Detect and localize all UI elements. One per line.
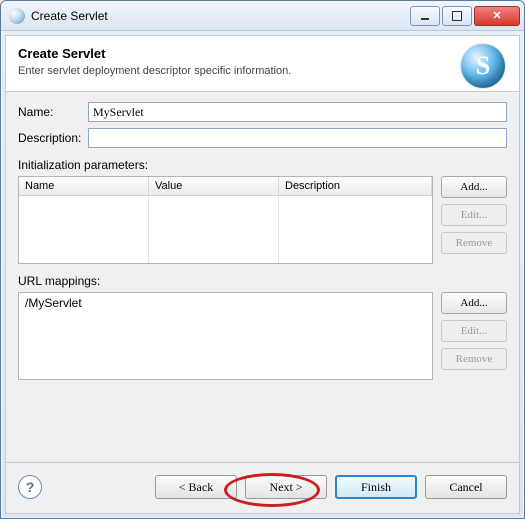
- description-row: Description:: [18, 128, 507, 148]
- init-edit-button: Edit...: [441, 204, 507, 226]
- url-mappings-area: /MyServlet Add... Edit... Remove: [18, 292, 507, 380]
- url-remove-button: Remove: [441, 348, 507, 370]
- banner: Create Servlet Enter servlet deployment …: [6, 36, 519, 92]
- cancel-button[interactable]: Cancel: [425, 475, 507, 499]
- dialog-window: Create Servlet Create Servlet Enter serv…: [0, 0, 525, 519]
- banner-heading: Create Servlet: [18, 46, 291, 61]
- app-icon: [9, 8, 25, 24]
- next-button[interactable]: Next >: [245, 475, 327, 499]
- minimize-button[interactable]: [410, 6, 440, 26]
- banner-text: Create Servlet Enter servlet deployment …: [18, 46, 291, 77]
- init-remove-button: Remove: [441, 232, 507, 254]
- url-mapping-item[interactable]: /MyServlet: [25, 296, 426, 310]
- servlet-icon-letter: S: [476, 53, 490, 79]
- name-row: Name:: [18, 102, 507, 122]
- url-edit-button: Edit...: [441, 320, 507, 342]
- content-area: Name: Description: Initialization parame…: [6, 92, 519, 462]
- banner-subtext: Enter servlet deployment descriptor spec…: [18, 65, 291, 77]
- maximize-button[interactable]: [442, 6, 472, 26]
- init-add-button[interactable]: Add...: [441, 176, 507, 198]
- help-button[interactable]: ?: [18, 475, 42, 499]
- finish-button[interactable]: Finish: [335, 475, 417, 499]
- description-input[interactable]: [88, 128, 507, 148]
- window-title: Create Servlet: [31, 9, 410, 23]
- titlebar[interactable]: Create Servlet: [1, 1, 524, 31]
- window-controls: [410, 6, 524, 26]
- name-input[interactable]: [88, 102, 507, 122]
- footer: ? < Back Next > Finish Cancel: [6, 462, 519, 513]
- help-icon: ?: [26, 479, 35, 495]
- description-label: Description:: [18, 131, 88, 145]
- init-params-area: Name Value Description Add... Edit... Re…: [18, 176, 507, 264]
- url-mappings-label: URL mappings:: [18, 274, 507, 288]
- init-params-header: Name Value Description: [19, 177, 432, 196]
- name-label: Name:: [18, 105, 88, 119]
- dialog-client: Create Servlet Enter servlet deployment …: [5, 35, 520, 514]
- close-button[interactable]: [474, 6, 520, 26]
- init-params-table[interactable]: Name Value Description: [18, 176, 433, 264]
- col-description[interactable]: Description: [279, 177, 432, 195]
- init-params-body: [19, 196, 432, 263]
- init-params-label: Initialization parameters:: [18, 158, 507, 172]
- servlet-icon: S: [461, 44, 505, 88]
- url-mappings-list[interactable]: /MyServlet: [18, 292, 433, 380]
- init-params-buttons: Add... Edit... Remove: [441, 176, 507, 254]
- col-name[interactable]: Name: [19, 177, 149, 195]
- url-mappings-buttons: Add... Edit... Remove: [441, 292, 507, 370]
- col-value[interactable]: Value: [149, 177, 279, 195]
- back-button[interactable]: < Back: [155, 475, 237, 499]
- url-add-button[interactable]: Add...: [441, 292, 507, 314]
